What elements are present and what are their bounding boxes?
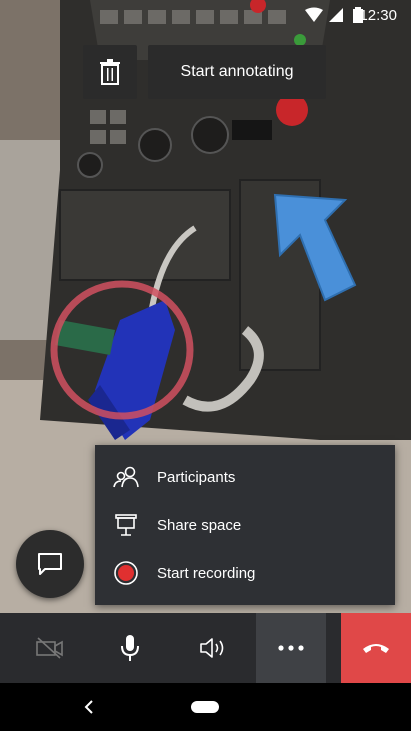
chat-icon — [38, 553, 62, 575]
chat-button[interactable] — [16, 530, 84, 598]
trash-icon — [100, 59, 120, 85]
status-time: 12:30 — [359, 7, 397, 24]
people-icon — [113, 466, 139, 488]
more-options-button[interactable] — [256, 613, 326, 683]
back-icon[interactable] — [84, 699, 94, 715]
presentation-icon — [115, 514, 137, 536]
microphone-button[interactable] — [90, 613, 170, 683]
speaker-button[interactable] — [170, 613, 255, 683]
status-icons — [305, 7, 349, 28]
more-options-menu: Participants Share space Start recording — [95, 445, 395, 605]
end-call-button[interactable] — [341, 613, 411, 683]
wifi-icon — [305, 7, 323, 22]
record-icon — [114, 561, 138, 585]
menu-item-participants[interactable]: Participants — [95, 453, 395, 501]
home-pill[interactable] — [191, 701, 219, 713]
menu-item-start-recording[interactable]: Start recording — [95, 549, 395, 597]
menu-item-label: Participants — [157, 468, 236, 486]
more-icon — [278, 645, 304, 651]
speaker-icon — [199, 638, 223, 658]
start-annotating-button[interactable]: Start annotating — [148, 45, 326, 99]
call-toolbar — [0, 613, 411, 683]
menu-item-share-space[interactable]: Share space — [95, 501, 395, 549]
delete-annotation-button[interactable] — [83, 45, 137, 99]
status-bar: 12:30 — [0, 0, 411, 30]
camera-toggle-button[interactable] — [0, 613, 100, 683]
hang-up-icon — [363, 644, 389, 653]
signal-icon — [329, 8, 343, 22]
microphone-icon — [121, 635, 139, 661]
menu-item-label: Start recording — [157, 564, 256, 582]
video-off-icon — [36, 637, 63, 659]
menu-item-label: Share space — [157, 516, 242, 534]
system-nav-bar — [0, 683, 411, 731]
